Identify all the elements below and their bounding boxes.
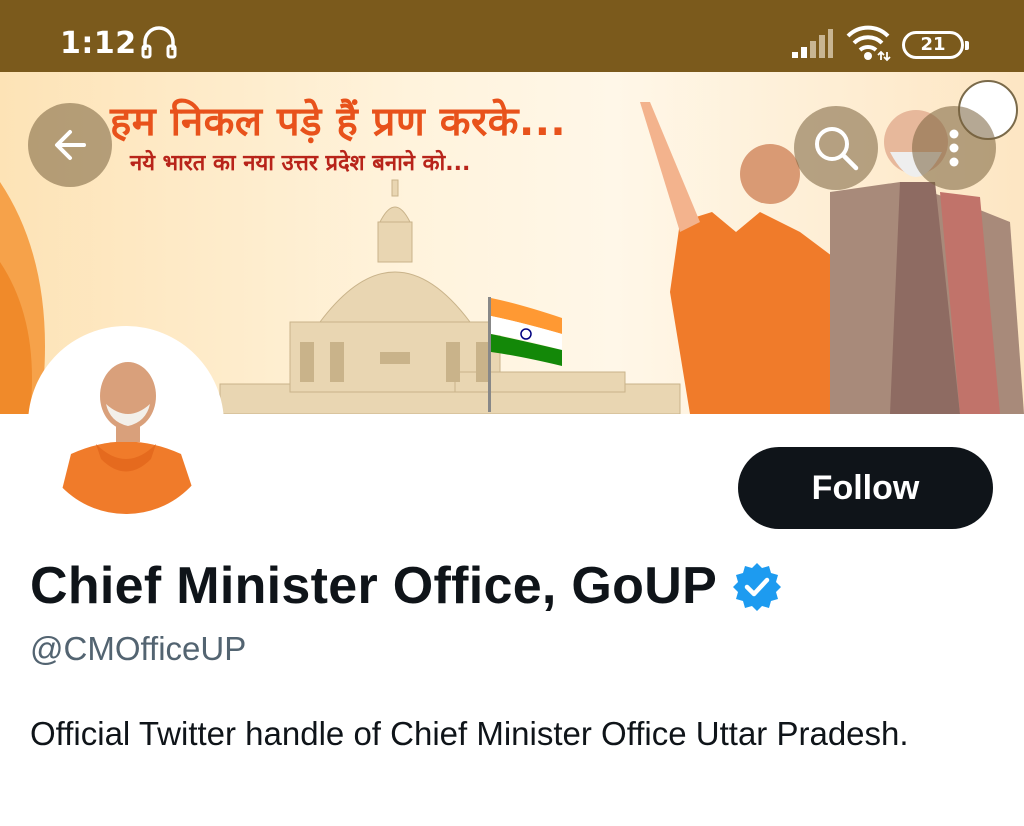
headphone-icon [141,26,177,59]
battery-level: 21 [920,34,946,55]
display-name-row: Chief Minister Office, GoUP [30,556,783,616]
banner-headline: हम निकल पड़े हैं प्रण करके... [110,99,567,145]
status-bar: 1:12 21 [0,0,1024,72]
status-time: 1:12 [60,26,137,61]
search-icon [815,127,859,171]
more-vertical-icon [949,129,959,167]
follow-button[interactable]: Follow [738,447,993,529]
profile-bio: Official Twitter handle of Chief Ministe… [30,715,909,752]
wifi-icon [846,25,891,62]
verified-badge-icon[interactable] [731,560,783,612]
battery-icon: 21 [902,31,969,59]
profile-avatar[interactable] [28,326,224,522]
arrow-left-icon [55,130,86,160]
avatar-image [36,334,216,514]
signal-icon [792,29,833,58]
banner-subline: नये भारत का नया उत्तर प्रदेश बनाने को... [130,151,471,176]
back-button[interactable] [28,103,112,187]
profile-handle: @CMOfficeUP [30,630,247,667]
search-button[interactable] [794,106,878,190]
display-name: Chief Minister Office, GoUP [30,557,718,615]
more-button[interactable] [912,106,996,190]
